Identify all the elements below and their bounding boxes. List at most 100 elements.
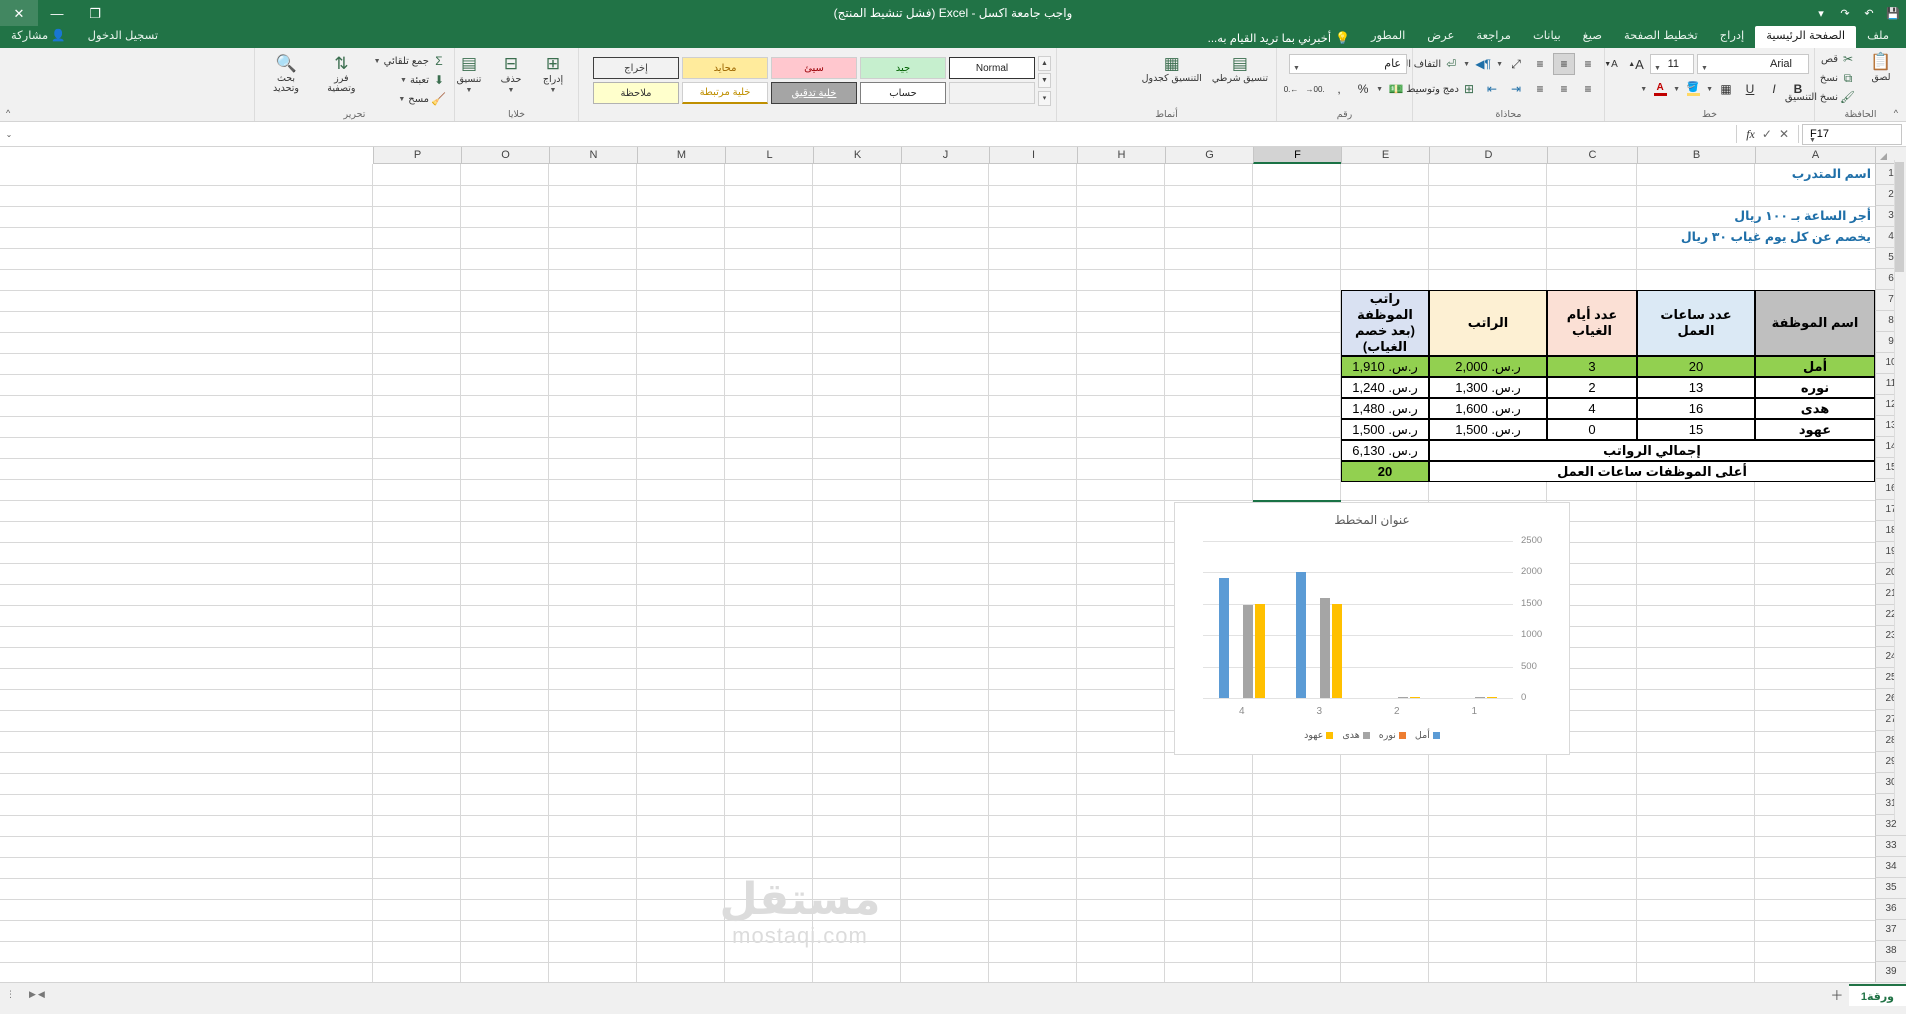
tab-home[interactable]: الصفحة الرئيسية <box>1755 26 1857 48</box>
table-header-5[interactable]: راتب الموظفة (بعد خصم الغياب) <box>1341 290 1429 356</box>
tab-file[interactable]: ملف <box>1856 26 1900 48</box>
column-header-C[interactable]: C <box>1547 147 1637 164</box>
column-header-G[interactable]: G <box>1165 147 1253 164</box>
delete-cells-button[interactable]: ⊟ حذف ▼ <box>491 52 531 98</box>
chart-bar[interactable] <box>1296 572 1307 698</box>
tab-view[interactable]: عرض <box>1416 26 1465 48</box>
column-header-L[interactable]: L <box>725 147 813 164</box>
ribbon-tab-strip[interactable]: ملف الصفحة الرئيسية إدراج تخطيط الصفحة ص… <box>0 26 1906 48</box>
comma-style-button[interactable]: , <box>1328 78 1350 100</box>
max-hours-value[interactable]: 20 <box>1341 461 1429 482</box>
tab-page-layout[interactable]: تخطيط الصفحة <box>1613 26 1709 48</box>
style-output[interactable]: إخراج <box>593 57 679 79</box>
table-row[interactable]: 4 <box>1547 398 1637 419</box>
chart-bar[interactable] <box>1397 697 1408 698</box>
table-row[interactable]: هدى <box>1755 398 1875 419</box>
row-header-36[interactable]: 36 <box>1875 899 1906 920</box>
table-row[interactable]: 20 <box>1637 356 1755 377</box>
column-header-P[interactable]: P <box>373 147 461 164</box>
redo-icon[interactable]: ↷ <box>1834 2 1856 24</box>
window-controls[interactable]: ✕ — ❐ <box>0 0 114 26</box>
underline-button[interactable]: U <box>1739 78 1761 100</box>
cell-A3[interactable]: أجر الساعة بـ ١٠٠ ريال <box>1615 206 1875 227</box>
orientation-icon[interactable]: ⤢ <box>1505 53 1527 75</box>
table-row[interactable]: 0 <box>1547 419 1637 440</box>
table-header-3[interactable]: عدد أيام الغياب <box>1547 290 1637 356</box>
table-row[interactable]: نوره <box>1755 377 1875 398</box>
clear-button[interactable]: 🧹 مسح ▼ <box>371 90 449 108</box>
table-row[interactable]: ر.س. 1,300 <box>1429 377 1547 398</box>
scroll-up-icon[interactable]: ▲ <box>1038 55 1051 71</box>
table-row[interactable]: 13 <box>1637 377 1755 398</box>
table-row[interactable]: ر.س. 1,500 <box>1429 419 1547 440</box>
close-icon[interactable]: ✕ <box>0 0 38 26</box>
style-blank[interactable] <box>949 82 1035 104</box>
sheet-tab-1[interactable]: ورقة1 <box>1848 983 1906 1006</box>
minimize-icon[interactable]: — <box>38 0 76 26</box>
percent-style-button[interactable]: % <box>1352 78 1374 100</box>
row-header-37[interactable]: 37 <box>1875 920 1906 941</box>
table-row[interactable]: ر.س. 1,500 <box>1341 419 1429 440</box>
table-row[interactable]: ر.س. 2,000 <box>1429 356 1547 377</box>
style-check-cell[interactable]: خلية تدقيق <box>771 82 857 104</box>
autosum-button[interactable]: Σ جمع تلقائي ▼ <box>371 52 449 70</box>
customize-qat-icon[interactable]: ▾ <box>1810 2 1832 24</box>
style-bad[interactable]: سيئ <box>771 57 857 79</box>
row-header-38[interactable]: 38 <box>1875 941 1906 962</box>
find-select-button[interactable]: 🔍 بحث وتحديد <box>260 52 312 96</box>
chart-bar[interactable] <box>1254 603 1265 698</box>
table-row[interactable]: ر.س. 1,240 <box>1341 377 1429 398</box>
table-row[interactable]: أمل <box>1755 356 1875 377</box>
name-box[interactable]: F17 ▼ <box>1802 123 1902 145</box>
scroll-down-icon[interactable]: ▼ <box>1038 73 1051 88</box>
insert-function-icon[interactable]: fx <box>1746 127 1755 142</box>
chart-bar[interactable] <box>1487 696 1498 698</box>
fill-button[interactable]: ⬇ تعبئة ▼ <box>371 71 449 89</box>
column-header-K[interactable]: K <box>813 147 901 164</box>
quick-access-toolbar[interactable]: ▾ ↷ ↶ 💾 <box>1810 0 1904 26</box>
align-bottom-icon[interactable]: ≡ <box>1529 53 1551 75</box>
chart-bar[interactable] <box>1242 605 1253 698</box>
style-calculation[interactable]: حساب <box>860 82 946 104</box>
column-header-J[interactable]: J <box>901 147 989 164</box>
chart-bar[interactable] <box>1475 696 1486 698</box>
prev-sheet-icon[interactable]: ◀ <box>38 989 45 1000</box>
style-good[interactable]: جيد <box>860 57 946 79</box>
tell-me-search[interactable]: 💡 أخبرني بما تريد القيام به... <box>1198 28 1360 48</box>
decrease-indent-icon[interactable]: ⇥ <box>1505 78 1527 100</box>
tab-insert[interactable]: إدراج <box>1709 26 1756 48</box>
increase-decimal-icon[interactable]: .00→ <box>1304 78 1326 100</box>
tab-data[interactable]: بيانات <box>1522 26 1572 48</box>
italic-button[interactable]: I <box>1763 78 1785 100</box>
sort-filter-button[interactable]: ⇅ فرز وتصفية <box>316 52 367 96</box>
chart-bar[interactable] <box>1320 597 1331 698</box>
table-header-1[interactable]: اسم الموظفة <box>1755 290 1875 356</box>
row-header-39[interactable]: 39 <box>1875 962 1906 983</box>
text-direction-rtl-icon[interactable]: ¶◀ <box>1472 53 1494 75</box>
sheet-menu-icon[interactable]: ⋮ <box>6 989 15 1000</box>
table-row[interactable]: 2 <box>1547 377 1637 398</box>
column-header-D[interactable]: D <box>1429 147 1547 164</box>
sheet-nav-buttons[interactable]: ⋮ ▶ ◀ <box>0 989 51 1000</box>
align-middle-icon[interactable]: ≡ <box>1553 53 1575 75</box>
style-normal[interactable]: Normal <box>949 57 1035 79</box>
insert-cells-button[interactable]: ⊞ إدراج ▼ <box>533 52 573 98</box>
align-top-icon[interactable]: ≡ <box>1577 53 1599 75</box>
style-linked-cell[interactable]: خلية مرتبطة <box>682 82 768 104</box>
chart-bar[interactable] <box>1409 697 1420 698</box>
next-sheet-icon[interactable]: ▶ <box>29 989 36 1000</box>
total-salaries-value[interactable]: ر.س. 6,130 <box>1341 440 1429 461</box>
column-header-E[interactable]: E <box>1341 147 1429 164</box>
share-button[interactable]: 👤 مشاركة <box>0 26 77 48</box>
collapse-ribbon-icon[interactable]: ^ <box>6 108 10 118</box>
column-header-B[interactable]: B <box>1637 147 1755 164</box>
vscroll-thumb[interactable] <box>1895 162 1904 272</box>
table-header-4[interactable]: الراتب <box>1429 290 1547 356</box>
paste-button[interactable]: 📋 لصق <box>1861 50 1901 85</box>
formula-input[interactable] <box>18 124 1733 145</box>
undo-icon[interactable]: ↶ <box>1858 2 1880 24</box>
tab-developer[interactable]: المطور <box>1360 26 1416 48</box>
borders-icon[interactable]: ▦ <box>1715 78 1737 100</box>
table-row[interactable]: 15 <box>1637 419 1755 440</box>
chart-bar[interactable] <box>1218 578 1229 698</box>
